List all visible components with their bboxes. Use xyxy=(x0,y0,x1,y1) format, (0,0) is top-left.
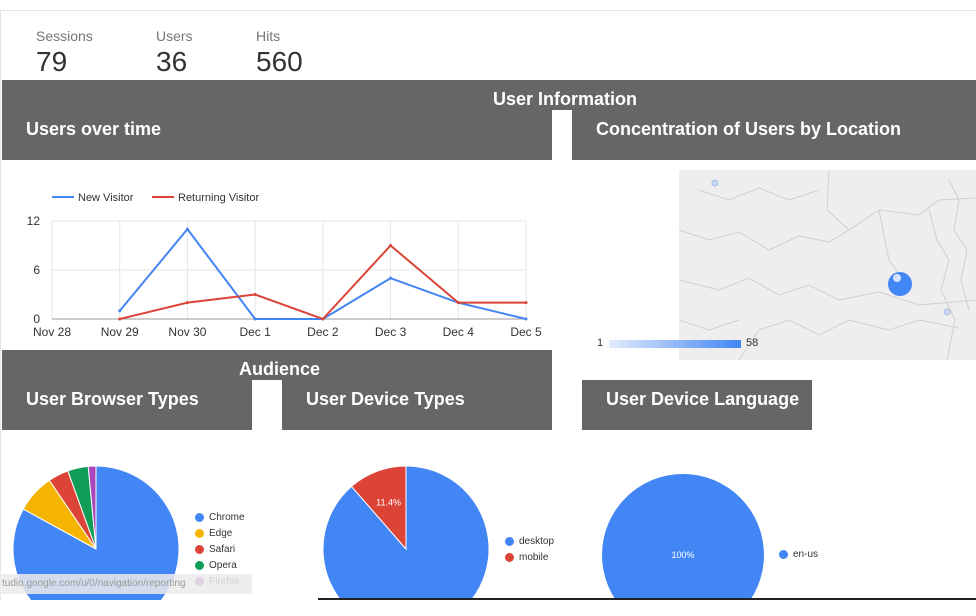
device-language-header: User Device Language xyxy=(582,380,812,430)
device-language-legend: en-us xyxy=(779,547,818,563)
kpi-users: Users 36 xyxy=(156,28,193,78)
device-types-header: User Device Types xyxy=(282,380,552,430)
map-legend: 1 58 xyxy=(596,337,766,351)
device-types-title: User Device Types xyxy=(306,389,465,409)
legend-label: Edge xyxy=(209,528,233,539)
pie-data-label: 100% xyxy=(671,550,694,560)
x-tick-label: Dec 2 xyxy=(307,325,339,339)
kpi-label: Users xyxy=(156,28,193,44)
users-over-time-header: Users over time xyxy=(2,110,552,160)
data-point[interactable] xyxy=(389,276,393,280)
audience-title: Audience xyxy=(239,359,321,379)
user-information-band xyxy=(2,80,976,110)
data-point[interactable] xyxy=(185,227,189,231)
data-point[interactable] xyxy=(524,317,528,321)
data-point[interactable] xyxy=(321,317,325,321)
legend-dot xyxy=(195,528,204,538)
data-point[interactable] xyxy=(389,244,393,247)
legend-label: mobile xyxy=(519,552,549,563)
legend-item: Chrome xyxy=(195,510,245,526)
x-tick-label: Nov 28 xyxy=(33,325,71,339)
device-language-title: User Device Language xyxy=(606,389,800,409)
users-over-time-chart: 0 6 12 Nov 28 Nov 29 Nov 30 Dec 1 Dec 2 Dec 3 Dec… xyxy=(27,192,542,339)
legend-label: Returning Visitor xyxy=(178,192,259,204)
x-tick-label: Nov 29 xyxy=(101,325,139,339)
device-language-pie: 100% xyxy=(602,474,764,600)
bottom-bar xyxy=(318,598,976,600)
pie-slice-en-us[interactable] xyxy=(602,474,764,600)
y-tick-label: 0 xyxy=(33,312,40,326)
legend-label: Chrome xyxy=(209,512,245,523)
x-tick-label: Dec 5 xyxy=(510,325,542,339)
legend-dot xyxy=(195,560,204,570)
concentration-header: Concentration of Users by Location xyxy=(572,110,976,160)
status-url: tudio.google.com/u/0/navigation/reportin… xyxy=(0,574,252,594)
kpi-value: 36 xyxy=(156,46,188,77)
legend-label: desktop xyxy=(519,536,555,547)
data-point[interactable] xyxy=(253,317,257,321)
legend-label: en-us xyxy=(793,549,819,560)
top-divider xyxy=(0,10,976,11)
legend-item: desktop xyxy=(505,534,554,550)
x-tick-label: Dec 3 xyxy=(375,325,407,339)
kpi-label: Sessions xyxy=(36,28,93,44)
legend-item: Opera xyxy=(195,558,245,574)
kpi-label: Hits xyxy=(256,28,281,44)
browser-types-title: User Browser Types xyxy=(26,389,199,409)
pie-data-label: 11.4% xyxy=(376,497,401,507)
data-point[interactable] xyxy=(456,301,460,305)
legend-label: Opera xyxy=(209,560,237,571)
map-legend-gradient xyxy=(609,340,741,348)
legend-item: Edge xyxy=(195,526,245,542)
legend-dot xyxy=(505,536,514,546)
legend-item: en-us xyxy=(779,547,818,563)
data-point[interactable] xyxy=(524,301,528,305)
data-point[interactable] xyxy=(253,293,257,296)
location-map[interactable] xyxy=(679,170,976,360)
data-point[interactable] xyxy=(118,317,122,321)
legend-item: Safari xyxy=(195,542,245,558)
kpi-hits: Hits 560 xyxy=(256,28,303,78)
legend-dot xyxy=(779,549,788,559)
device-types-legend: desktop mobile xyxy=(505,534,554,566)
data-point[interactable] xyxy=(118,309,122,313)
data-point[interactable] xyxy=(185,301,189,305)
legend-label: New Visitor xyxy=(78,192,134,204)
users-over-time-title: Users over time xyxy=(26,119,162,139)
device-types-pie: 11.4% xyxy=(322,466,490,600)
legend-dot xyxy=(195,544,204,554)
user-information-title: User Information xyxy=(493,89,638,109)
kpi-sessions: Sessions 79 xyxy=(36,28,93,78)
kpi-value: 560 xyxy=(256,46,303,77)
x-tick-label: Dec 4 xyxy=(443,325,475,339)
x-tick-label: Dec 1 xyxy=(239,325,271,339)
x-tick-label: Nov 30 xyxy=(168,325,206,339)
concentration-title: Concentration of Users by Location xyxy=(596,119,902,139)
kpi-value: 79 xyxy=(36,46,68,77)
map-legend-max: 58 xyxy=(746,337,759,349)
browser-types-header: User Browser Types xyxy=(2,380,252,430)
legend-dot xyxy=(195,512,204,522)
map-legend-min: 1 xyxy=(597,337,604,349)
legend-dot xyxy=(505,552,514,562)
legend-item: mobile xyxy=(505,550,554,566)
map-outline xyxy=(679,170,976,360)
legend-label: Safari xyxy=(209,544,236,555)
y-tick-label: 6 xyxy=(33,263,40,277)
y-tick-label: 12 xyxy=(27,214,41,228)
